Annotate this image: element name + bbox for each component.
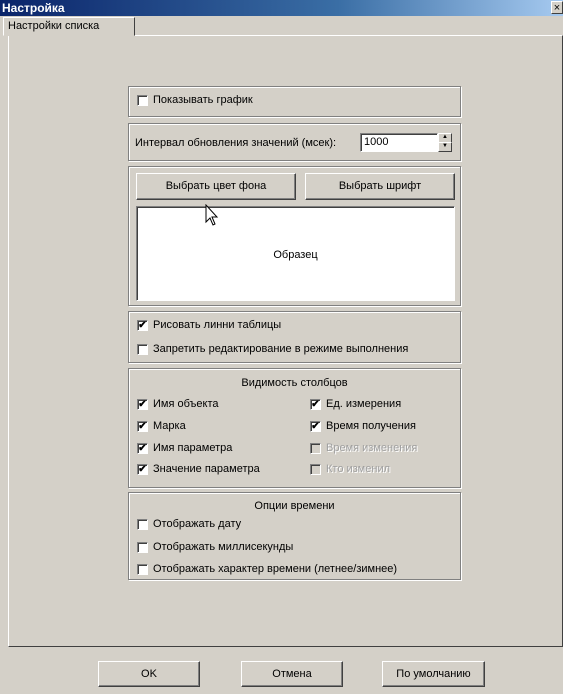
columns-title: Видимость столбцов: [241, 377, 348, 389]
show-dst-checkbox[interactable]: [137, 564, 148, 575]
ok-button[interactable]: OK: [98, 661, 200, 687]
show-chart-checkbox[interactable]: [137, 95, 148, 106]
column-unit-checkbox[interactable]: ✔: [310, 399, 321, 410]
show-date-checkbox[interactable]: [137, 519, 148, 530]
show-ms-checkbox[interactable]: [137, 542, 148, 553]
column-change-time-label: Время изменения: [326, 442, 418, 454]
column-changed-by-checkbox: [310, 464, 321, 475]
sample-text: Образец: [273, 249, 318, 261]
sample-preview: Образец: [136, 206, 455, 301]
column-object-name-label: Имя объекта: [153, 398, 219, 410]
interval-label: Интервал обновления значений (мсек):: [135, 137, 337, 149]
column-param-name-checkbox[interactable]: ✔: [137, 443, 148, 454]
spin-down-icon[interactable]: ▼: [438, 142, 452, 152]
title-bar: Настройка: [0, 0, 563, 16]
column-mark-label: Марка: [153, 420, 186, 432]
column-unit-label: Ед. измерения: [326, 398, 402, 410]
show-date-label: Отображать дату: [153, 518, 242, 530]
column-changed-by-label: Кто изменил: [326, 463, 391, 475]
close-icon[interactable]: ×: [551, 1, 563, 14]
show-dst-label: Отображать характер времени (летнее/зимн…: [153, 563, 398, 575]
choose-font-button[interactable]: Выбрать шрифт: [305, 173, 455, 200]
column-mark-checkbox[interactable]: ✔: [137, 421, 148, 432]
tab-label: Настройки списка: [8, 20, 100, 32]
time-options-title: Опции времени: [254, 500, 335, 512]
defaults-button[interactable]: По умолчанию: [382, 661, 485, 687]
interval-input[interactable]: 1000: [360, 133, 438, 152]
show-ms-label: Отображать миллисекунды: [153, 541, 294, 553]
show-chart-label: Показывать график: [153, 94, 253, 106]
column-object-name-checkbox[interactable]: ✔: [137, 399, 148, 410]
column-param-value-checkbox[interactable]: ✔: [137, 464, 148, 475]
draw-lines-checkbox[interactable]: ✔: [137, 320, 148, 331]
cancel-button[interactable]: Отмена: [241, 661, 343, 687]
column-receive-time-label: Время получения: [326, 420, 416, 432]
mouse-cursor-icon: [205, 204, 219, 226]
column-receive-time-checkbox[interactable]: ✔: [310, 421, 321, 432]
column-param-name-label: Имя параметра: [153, 442, 233, 454]
window-title: Настройка: [2, 1, 65, 15]
tab-list-settings[interactable]: Настройки списка: [3, 17, 135, 36]
forbid-edit-checkbox[interactable]: [137, 344, 148, 355]
choose-bg-color-button[interactable]: Выбрать цвет фона: [136, 173, 296, 200]
column-param-value-label: Значение параметра: [153, 463, 260, 475]
draw-lines-label: Рисовать линни таблицы: [153, 319, 282, 331]
forbid-edit-label: Запретить редактирование в режиме выполн…: [153, 343, 409, 355]
column-change-time-checkbox: [310, 443, 321, 454]
